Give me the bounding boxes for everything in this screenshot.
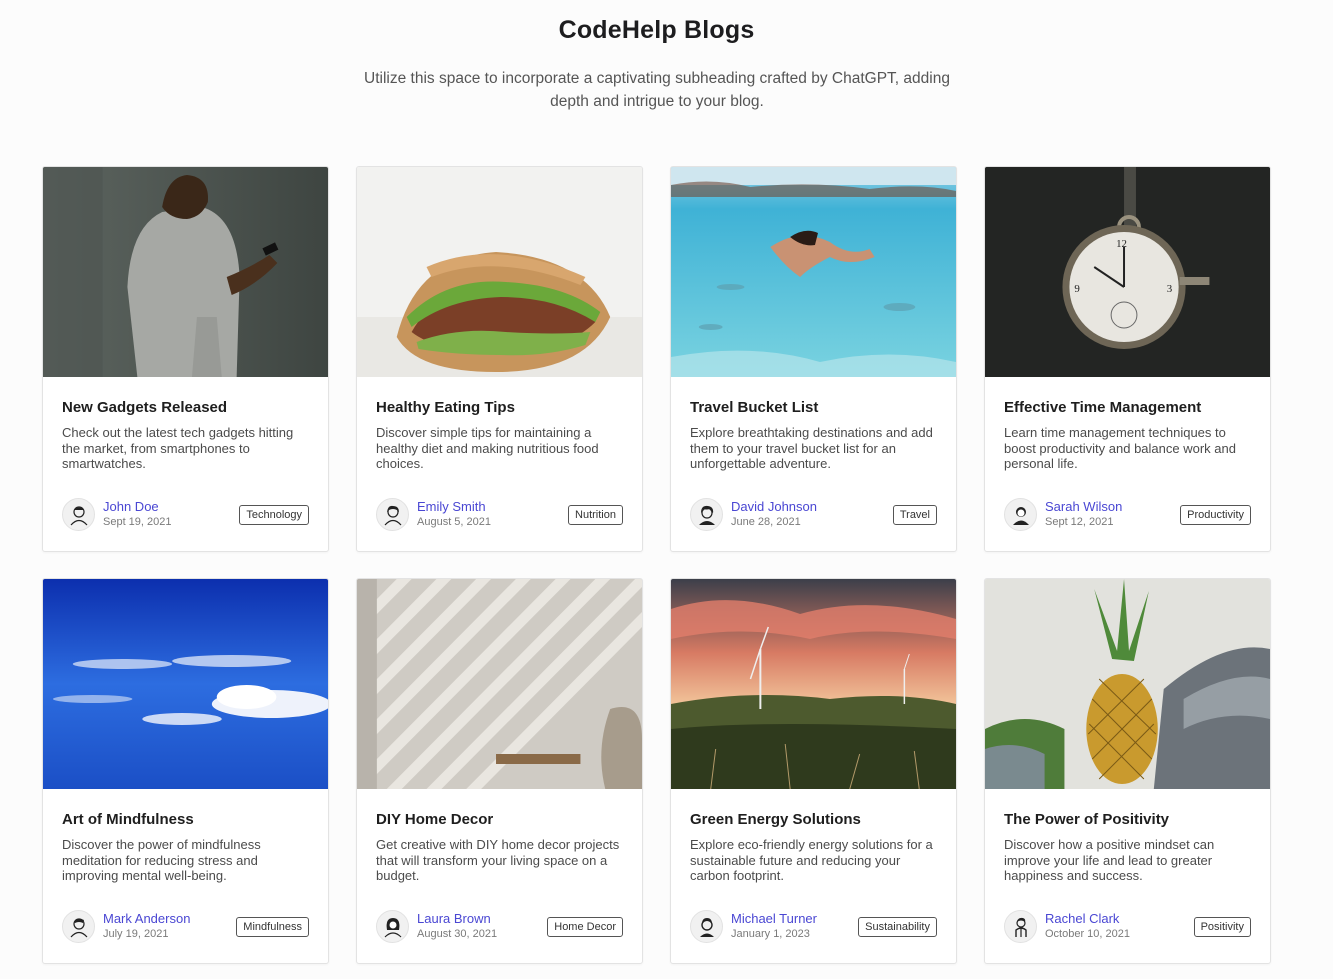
blog-card[interactable]: Healthy Eating Tips Discover simple tips… — [356, 166, 643, 552]
blog-card[interactable]: DIY Home Decor Get creative with DIY hom… — [356, 578, 643, 964]
page-title: CodeHelp Blogs — [558, 16, 755, 44]
author-info: David Johnson June 28, 2021 — [690, 498, 817, 531]
post-date: Sept 12, 2021 — [1045, 516, 1114, 528]
svg-text:9: 9 — [1074, 283, 1080, 295]
card-description: Check out the latest tech gadgets hittin… — [62, 425, 294, 471]
svg-text:3: 3 — [1167, 283, 1173, 295]
avatar-icon — [376, 910, 409, 943]
post-date: June 28, 2021 — [731, 516, 801, 528]
card-image-clouds-sky[interactable] — [43, 579, 328, 789]
author-info: Rachel Clark October 10, 2021 — [1004, 910, 1130, 943]
avatar-icon — [1004, 910, 1037, 943]
post-date: Sept 19, 2021 — [103, 516, 172, 528]
post-date: August 30, 2021 — [417, 928, 498, 940]
card-image-pocket-watch[interactable]: 12 9 3 — [985, 167, 1270, 377]
category-tag[interactable]: Sustainability — [858, 916, 937, 937]
card-title[interactable]: The Power of Positivity — [1004, 811, 1251, 828]
author-name[interactable]: David Johnson — [731, 499, 817, 515]
author-info: Emily Smith August 5, 2021 — [376, 498, 491, 531]
author-info: John Doe Sept 19, 2021 — [62, 498, 172, 531]
card-footer: Laura Brown August 30, 2021 Home Decor — [376, 910, 623, 943]
category-tag[interactable]: Home Decor — [547, 916, 623, 937]
card-image-shadow-wall[interactable] — [357, 579, 642, 789]
blog-card[interactable]: Green Energy Solutions Explore eco-frien… — [670, 578, 957, 964]
blog-grid: New Gadgets Released Check out the lates… — [42, 166, 1271, 964]
card-description: Discover simple tips for maintaining a h… — [376, 425, 599, 471]
card-image-wind-turbines[interactable] — [671, 579, 956, 789]
avatar-icon — [62, 910, 95, 943]
post-date: August 5, 2021 — [417, 516, 492, 528]
author-info: Michael Turner January 1, 2023 — [690, 910, 817, 943]
author-name[interactable]: Sarah Wilson — [1045, 499, 1122, 515]
card-footer: Rachel Clark October 10, 2021 Positivity — [1004, 910, 1251, 943]
card-description: Get creative with DIY home decor project… — [376, 837, 620, 883]
avatar-icon — [376, 498, 409, 531]
avatar-icon — [62, 498, 95, 531]
svg-text:12: 12 — [1116, 238, 1127, 250]
post-date: October 10, 2021 — [1045, 928, 1131, 940]
author-name[interactable]: Mark Anderson — [103, 911, 190, 927]
card-footer: Mark Anderson July 19, 2021 Mindfulness — [62, 910, 309, 943]
card-description: Learn time management techniques to boos… — [1004, 425, 1236, 471]
card-footer: Sarah Wilson Sept 12, 2021 Productivity — [1004, 498, 1251, 531]
post-date: January 1, 2023 — [731, 928, 810, 940]
category-tag[interactable]: Travel — [892, 504, 937, 525]
card-description: Explore eco-friendly energy solutions fo… — [690, 837, 933, 883]
category-tag[interactable]: Positivity — [1193, 916, 1251, 937]
author-info: Laura Brown August 30, 2021 — [376, 910, 497, 943]
card-description: Explore breathtaking destinations and ad… — [690, 425, 933, 471]
card-title[interactable]: Green Energy Solutions — [690, 811, 937, 828]
card-footer: Emily Smith August 5, 2021 Nutrition — [376, 498, 623, 531]
avatar-icon — [690, 498, 723, 531]
card-title[interactable]: DIY Home Decor — [376, 811, 623, 828]
author-name[interactable]: Emily Smith — [417, 499, 491, 515]
page-subtitle: Utilize this space to incorporate a capt… — [364, 70, 950, 110]
card-title[interactable]: Healthy Eating Tips — [376, 399, 623, 416]
card-description: Discover the power of mindfulness medita… — [62, 837, 261, 883]
card-title[interactable]: Travel Bucket List — [690, 399, 937, 416]
card-image-sandwich[interactable] — [357, 167, 642, 377]
author-info: Mark Anderson July 19, 2021 — [62, 910, 190, 943]
blog-card[interactable]: Travel Bucket List Explore breathtaking … — [670, 166, 957, 552]
author-name[interactable]: John Doe — [103, 499, 172, 515]
blog-card[interactable]: The Power of Positivity Discover how a p… — [984, 578, 1271, 964]
category-tag[interactable]: Mindfulness — [236, 916, 309, 937]
author-name[interactable]: Rachel Clark — [1045, 911, 1130, 927]
category-tag[interactable]: Productivity — [1180, 504, 1251, 525]
blog-card[interactable]: New Gadgets Released Check out the lates… — [42, 166, 329, 552]
blog-page: CodeHelp Blogs Utilize this space to inc… — [0, 0, 1333, 979]
card-image-man-with-phone[interactable] — [43, 167, 328, 377]
post-date: July 19, 2021 — [103, 928, 169, 940]
card-footer: Michael Turner January 1, 2023 Sustainab… — [690, 910, 937, 943]
avatar-icon — [690, 910, 723, 943]
card-image-pineapple[interactable] — [985, 579, 1270, 789]
author-name[interactable]: Michael Turner — [731, 911, 817, 927]
card-title[interactable]: Art of Mindfulness — [62, 811, 309, 828]
card-image-underwater-swimmer[interactable] — [671, 167, 956, 377]
category-tag[interactable]: Nutrition — [568, 504, 623, 525]
blog-card[interactable]: 12 9 3 Effective Time Management Learn t… — [984, 166, 1271, 552]
card-footer: David Johnson June 28, 2021 Travel — [690, 498, 937, 531]
author-name[interactable]: Laura Brown — [417, 911, 497, 927]
author-info: Sarah Wilson Sept 12, 2021 — [1004, 498, 1122, 531]
category-tag[interactable]: Technology — [239, 504, 309, 525]
card-description: Discover how a positive mindset can impr… — [1004, 837, 1215, 883]
blog-card[interactable]: Art of Mindfulness Discover the power of… — [42, 578, 329, 964]
avatar-icon — [1004, 498, 1037, 531]
card-footer: John Doe Sept 19, 2021 Technology — [62, 498, 309, 531]
card-title[interactable]: Effective Time Management — [1004, 399, 1251, 416]
card-title[interactable]: New Gadgets Released — [62, 399, 309, 416]
